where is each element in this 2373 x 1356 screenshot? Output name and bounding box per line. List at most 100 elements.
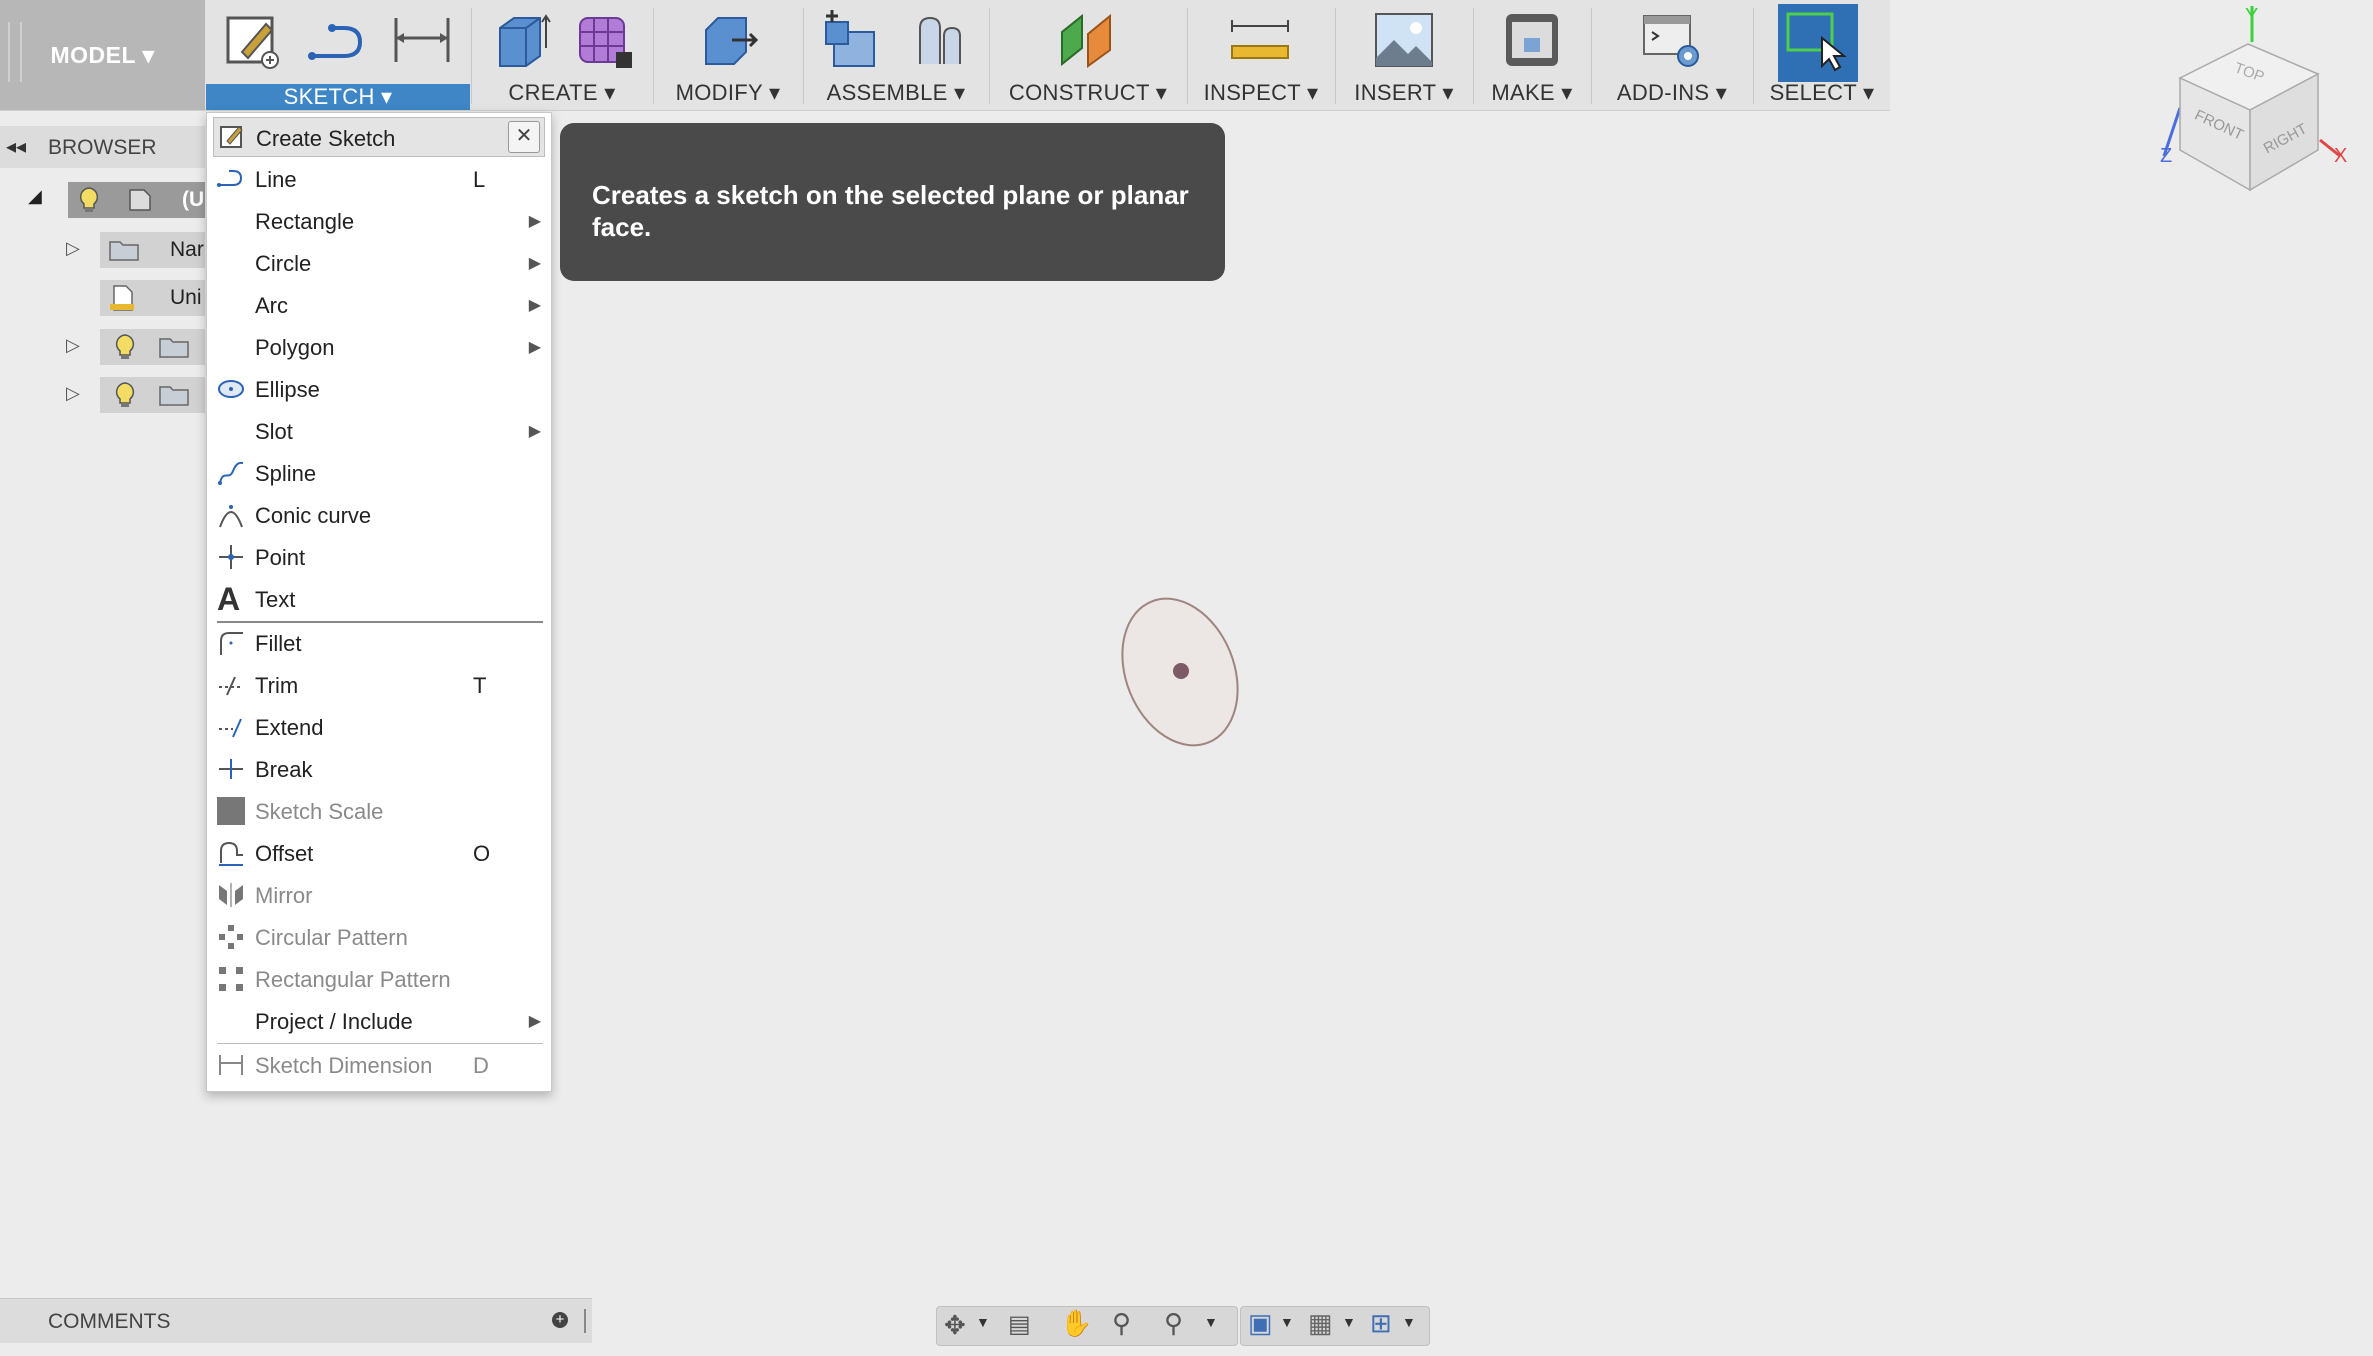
viewcube[interactable]: Y Z X TOP FRONT RIGHT xyxy=(2150,0,2360,200)
collapse-triangle-icon[interactable]: ◢ xyxy=(28,186,42,207)
model-workspace-button[interactable]: MODEL ▾ xyxy=(0,0,205,110)
grid-dropdown-icon[interactable]: ▼ xyxy=(1342,1314,1356,1330)
menu-item-rectangular-pattern[interactable]: Rectangular Pattern xyxy=(207,959,551,999)
browser-row-units[interactable]: Uni xyxy=(0,278,205,318)
expand-triangle-icon[interactable]: ▷ xyxy=(66,383,80,404)
spline-icon xyxy=(218,461,244,485)
menu-item-offset[interactable]: Offset O xyxy=(207,833,551,873)
add-ins-group[interactable]: ADD-INS ▾ xyxy=(1592,0,1752,110)
menu-item-slot[interactable]: Slot ▶ xyxy=(207,411,551,451)
menu-item-rectangle[interactable]: Rectangle ▶ xyxy=(207,201,551,241)
panel-handle[interactable] xyxy=(584,1309,586,1333)
lightbulb-icon[interactable] xyxy=(112,333,138,361)
pan-hand-icon[interactable]: ✋ xyxy=(1060,1308,1092,1339)
browser-root-row[interactable]: ◢ (U xyxy=(0,180,205,220)
menu-item-spline[interactable]: Spline xyxy=(207,453,551,493)
construct-group[interactable]: CONSTRUCT ▾ xyxy=(990,0,1186,110)
sketch-dimension-icon[interactable] xyxy=(390,8,454,72)
browser-row-origin[interactable]: ▷ xyxy=(0,327,205,367)
select-group[interactable]: SELECT ▾ xyxy=(1754,0,1890,110)
browser-row-sketches[interactable]: ▷ xyxy=(0,375,205,415)
browser-header[interactable]: ◂◂ BROWSER xyxy=(0,126,205,168)
menu-item-ellipse[interactable]: Ellipse xyxy=(207,369,551,409)
menu-item-polygon[interactable]: Polygon ▶ xyxy=(207,327,551,367)
viewports-icon[interactable]: ⊞ xyxy=(1370,1308,1392,1339)
browser-row-named-views[interactable]: ▷ Nar xyxy=(0,230,205,270)
close-icon[interactable]: ✕ xyxy=(508,121,540,153)
viewports-dropdown-icon[interactable]: ▼ xyxy=(1402,1314,1416,1330)
create-group[interactable]: CREATE ▾ xyxy=(472,0,652,110)
create-sketch-icon xyxy=(220,126,243,148)
inspect-menu-label[interactable]: INSPECT ▾ xyxy=(1188,80,1334,106)
units-label: Uni xyxy=(170,286,202,309)
fillet-icon xyxy=(220,632,243,655)
insert-image-icon[interactable] xyxy=(1372,8,1436,72)
point-icon xyxy=(219,545,243,569)
menu-item-trim[interactable]: Trim T xyxy=(207,665,551,705)
menu-item-break[interactable]: Break xyxy=(207,749,551,789)
zoom-icon[interactable]: ⚲ xyxy=(1112,1308,1131,1339)
line-icon[interactable] xyxy=(304,8,368,72)
menu-item-extend[interactable]: Extend xyxy=(207,707,551,747)
add-comment-icon[interactable]: + xyxy=(552,1312,568,1328)
orbit-icon[interactable]: ✥ xyxy=(944,1310,966,1341)
ellipse-center-point[interactable] xyxy=(1173,663,1189,679)
grid-settings-icon[interactable]: ▦ xyxy=(1308,1308,1333,1339)
menu-item-point[interactable]: Point xyxy=(207,537,551,577)
offset-plane-icon[interactable] xyxy=(1056,8,1120,72)
menu-item-mirror[interactable]: Mirror xyxy=(207,875,551,915)
menu-item-create-sketch[interactable]: Create Sketch ✕ xyxy=(213,117,545,157)
expand-triangle-icon[interactable]: ▷ xyxy=(66,335,80,356)
collapse-browser-icon[interactable]: ◂◂ xyxy=(6,134,26,159)
joint-icon[interactable] xyxy=(908,8,972,72)
add-ins-menu-label[interactable]: ADD-INS ▾ xyxy=(1592,80,1752,106)
menu-item-conic-curve[interactable]: Conic curve xyxy=(207,495,551,535)
extrude-icon[interactable] xyxy=(490,8,554,72)
inspect-group[interactable]: INSPECT ▾ xyxy=(1188,0,1334,110)
orbit-dropdown-icon[interactable]: ▼ xyxy=(976,1314,990,1330)
insert-menu-label[interactable]: INSERT ▾ xyxy=(1336,80,1472,106)
menu-item-circular-pattern[interactable]: Circular Pattern xyxy=(207,917,551,957)
make-menu-label[interactable]: MAKE ▾ xyxy=(1474,80,1590,106)
3d-print-icon[interactable] xyxy=(1500,8,1564,72)
menu-item-project-include[interactable]: Project / Include ▶ xyxy=(207,1001,551,1041)
display-dropdown-icon[interactable]: ▼ xyxy=(1280,1314,1294,1330)
create-sketch-icon[interactable] xyxy=(220,8,284,72)
expand-triangle-icon[interactable]: ▷ xyxy=(66,238,80,259)
scripts-addins-icon[interactable] xyxy=(1640,8,1704,72)
fit-zoom-icon[interactable]: ⚲ xyxy=(1164,1308,1183,1339)
sketch-menu-label[interactable]: SKETCH ▾ xyxy=(206,84,470,110)
measure-icon[interactable] xyxy=(1228,8,1292,72)
make-group[interactable]: MAKE ▾ xyxy=(1474,0,1590,110)
look-at-icon[interactable]: ▤ xyxy=(1008,1310,1031,1339)
lightbulb-icon[interactable] xyxy=(112,381,138,409)
menu-item-text[interactable]: A Text xyxy=(207,579,551,619)
lightbulb-icon[interactable] xyxy=(76,186,102,214)
menu-item-line[interactable]: Line L xyxy=(207,159,551,199)
assemble-menu-label[interactable]: ASSEMBLE ▾ xyxy=(804,80,988,106)
menu-item-circle[interactable]: Circle ▶ xyxy=(207,243,551,283)
shortcut-label: O xyxy=(473,841,491,866)
construct-menu-label[interactable]: CONSTRUCT ▾ xyxy=(990,80,1186,106)
menu-item-sketch-dimension[interactable]: Sketch Dimension D xyxy=(207,1045,551,1085)
menu-item-arc[interactable]: Arc ▶ xyxy=(207,285,551,325)
assemble-group[interactable]: ASSEMBLE ▾ xyxy=(804,0,988,110)
comments-panel[interactable]: COMMENTS + xyxy=(0,1298,592,1343)
sketch-ellipse[interactable] xyxy=(1110,590,1250,750)
modify-menu-label[interactable]: MODIFY ▾ xyxy=(654,80,802,106)
sketch-group[interactable]: SKETCH ▾ xyxy=(206,0,470,110)
press-pull-icon[interactable] xyxy=(696,8,760,72)
new-component-icon[interactable] xyxy=(820,8,884,72)
select-cursor-icon[interactable] xyxy=(1784,8,1848,72)
modify-group[interactable]: MODIFY ▾ xyxy=(654,0,802,110)
menu-item-fillet[interactable]: Fillet xyxy=(207,623,551,663)
insert-group[interactable]: INSERT ▾ xyxy=(1336,0,1472,110)
toolbar-grip[interactable] xyxy=(8,22,22,82)
form-icon[interactable] xyxy=(572,8,636,72)
zoom-dropdown-icon[interactable]: ▼ xyxy=(1204,1314,1218,1330)
menu-item-label: Offset xyxy=(255,841,314,866)
display-settings-icon[interactable]: ▣ xyxy=(1248,1308,1273,1339)
menu-item-sketch-scale[interactable]: Sketch Scale xyxy=(207,791,551,831)
create-menu-label[interactable]: CREATE ▾ xyxy=(472,80,652,106)
select-menu-label[interactable]: SELECT ▾ xyxy=(1754,80,1890,106)
